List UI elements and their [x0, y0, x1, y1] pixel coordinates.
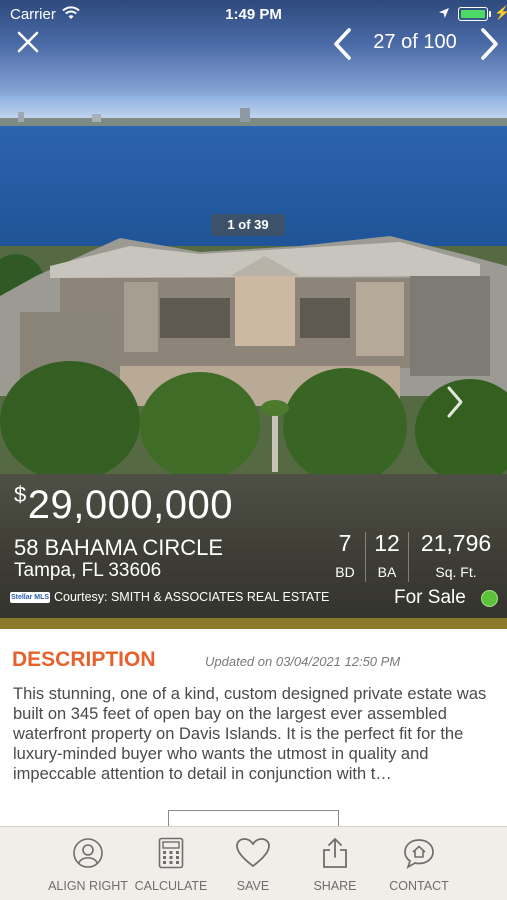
photo-next-icon[interactable]: [444, 382, 466, 422]
status-bar: Carrier 1:49 PM ⚡: [0, 0, 507, 28]
courtesy-text: Courtesy: SMITH & ASSOCIATES REAL ESTATE: [54, 590, 330, 604]
mls-logo: Stellar MLS: [10, 591, 50, 603]
heart-icon: [236, 838, 270, 868]
listing-summary: $29,000,000 58 BAHAMA CIRCLE Tampa, FL 3…: [0, 474, 507, 618]
toolbar-label: SAVE: [236, 879, 270, 893]
description-text: This stunning, one of a kind, custom des…: [13, 685, 487, 783]
header: Carrier 1:49 PM ⚡ 27 of 100: [0, 0, 507, 96]
toolbar-share[interactable]: SHARE: [302, 827, 368, 900]
location-arrow-icon: [439, 8, 449, 18]
clock: 1:49 PM: [225, 6, 282, 23]
listing-courtesy: Stellar MLS Courtesy: SMITH & ASSOCIATES…: [10, 590, 329, 604]
toolbar-label: CONTACT: [389, 879, 449, 893]
chat-home-icon: [404, 839, 434, 869]
sqft-label: Sq. Ft.: [435, 564, 477, 580]
photo-index-badge: 1 of 39: [211, 214, 285, 236]
baths-value: 12: [374, 530, 400, 556]
share-icon: [323, 838, 347, 868]
baths-label: BA: [377, 564, 397, 580]
price-currency: $: [14, 482, 27, 507]
description-heading: DESCRIPTION: [12, 648, 156, 671]
price-value: 29,000,000: [27, 483, 233, 527]
chevron-left-icon[interactable]: [330, 26, 356, 62]
calculator-icon: [158, 837, 184, 869]
section-divider: [0, 618, 507, 629]
toolbar-calculate[interactable]: CALCULATE: [130, 827, 212, 900]
updated-timestamp: Updated on 03/04/2021 12:50 PM: [205, 654, 401, 669]
listing-price: $29,000,000: [14, 482, 233, 528]
stat-divider: [365, 532, 366, 582]
close-icon[interactable]: [14, 28, 42, 56]
status-indicator: [481, 590, 498, 607]
toolbar-align-right[interactable]: ALIGN RIGHT: [44, 827, 132, 900]
beds-stat: 7 BD: [330, 530, 360, 580]
address-street: 58 BAHAMA CIRCLE: [14, 535, 224, 560]
chevron-right-icon[interactable]: [476, 26, 502, 62]
toolbar-save[interactable]: SAVE: [220, 827, 286, 900]
baths-stat: 12 BA: [369, 530, 405, 580]
toolbar-label: CALCULATE: [134, 879, 208, 893]
charging-icon: ⚡: [494, 5, 507, 20]
listing-counter: 27 of 100: [373, 31, 457, 53]
toolbar-label: SHARE: [313, 879, 357, 893]
beds-value: 7: [338, 530, 352, 556]
beds-label: BD: [335, 564, 355, 580]
battery-icon: [458, 7, 488, 21]
toolbar-contact[interactable]: CONTACT: [382, 827, 456, 900]
listing-status: For Sale: [394, 587, 466, 608]
sqft-stat: 21,796 Sq. Ft.: [412, 530, 500, 580]
sqft-value: 21,796: [420, 530, 492, 556]
address-city: Tampa, FL 33606: [14, 560, 162, 581]
battery-tip: [489, 11, 491, 17]
bottom-toolbar: ALIGN RIGHT CALCULATE SAVE SHARE CONTACT: [0, 826, 507, 900]
toolbar-label: ALIGN RIGHT: [48, 879, 128, 893]
listing-photo[interactable]: 1 of 39: [0, 96, 507, 476]
stat-divider: [408, 532, 409, 582]
user-circle-icon: [73, 838, 103, 868]
